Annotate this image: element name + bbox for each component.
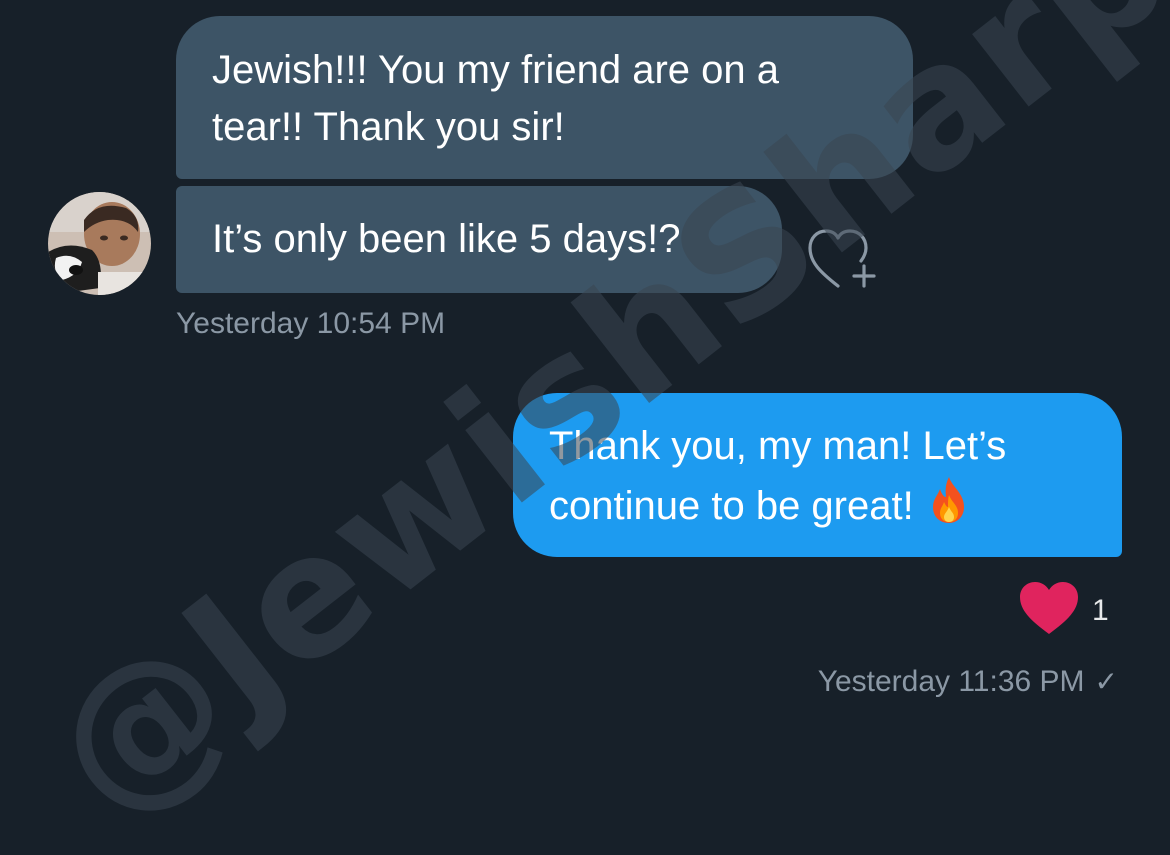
reaction-count: 1	[1092, 593, 1109, 627]
incoming-timestamp: Yesterday 10:54 PM	[176, 307, 446, 340]
heart-icon	[1018, 580, 1080, 641]
incoming-message-bubble[interactable]: It’s only been like 5 days!?	[176, 186, 782, 293]
fire-emoji-icon	[928, 475, 970, 541]
checkmark-icon: ✓	[1094, 666, 1118, 697]
incoming-message-text: Jewish!!! You my friend are on a tear!! …	[212, 48, 779, 149]
outgoing-timestamp: Yesterday 11:36 PM	[817, 665, 1085, 698]
sender-avatar[interactable]	[48, 192, 151, 295]
outgoing-timestamp-row: Yesterday 11:36 PM ✓	[818, 664, 1118, 700]
heart-plus-icon[interactable]	[806, 226, 880, 292]
incoming-message-text: It’s only been like 5 days!?	[212, 217, 681, 261]
message-reaction[interactable]: 1	[1018, 580, 1109, 641]
incoming-message-bubble[interactable]: Jewish!!! You my friend are on a tear!! …	[176, 16, 913, 179]
outgoing-message-bubble[interactable]: Thank you, my man! Let’s continue to be …	[513, 393, 1122, 557]
avatar-image	[48, 192, 151, 295]
